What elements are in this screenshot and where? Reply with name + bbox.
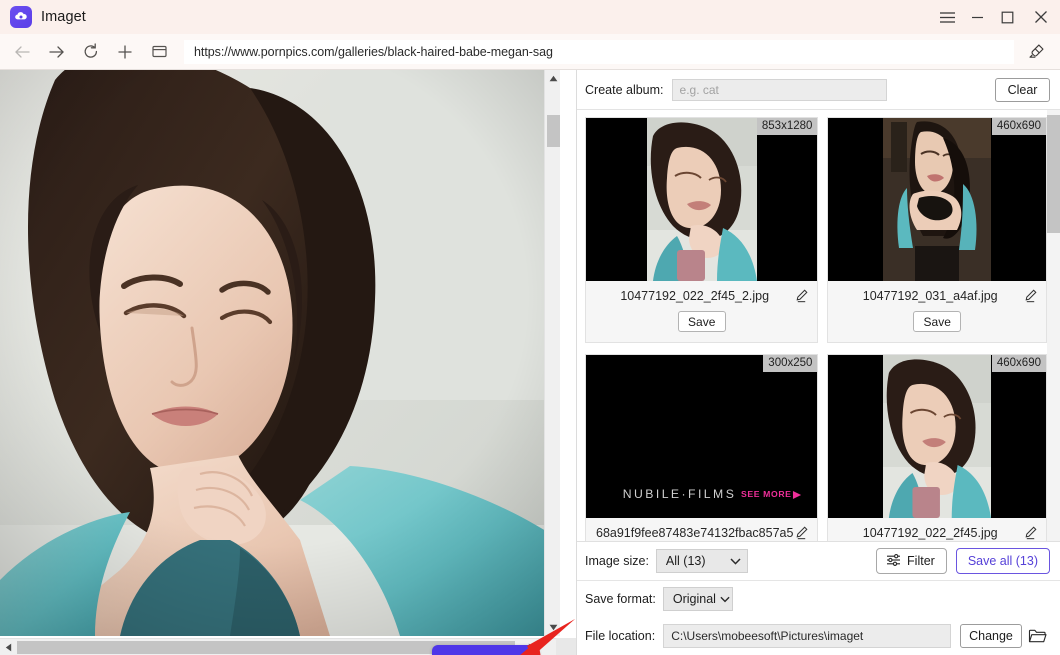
image-card[interactable]: 853x1280 10477192_022_2f45_2.jpg Save	[585, 117, 819, 343]
chevron-down-icon	[716, 557, 741, 565]
minimize-icon[interactable]	[962, 0, 992, 34]
auto-scroll-button[interactable]: Auto Scroll	[432, 645, 539, 655]
gallery-photo	[0, 70, 560, 636]
results-vertical-scrollbar[interactable]	[1047, 110, 1060, 541]
imaget-app-window: Imaget https://www.pornpics.com/gallerie…	[0, 0, 1060, 655]
image-thumbnail[interactable]: NUBILE·FILMS SEE MORE 300x250	[586, 355, 818, 518]
image-name-row: 10477192_022_2f45.jpg	[828, 518, 1046, 541]
close-icon[interactable]	[1022, 0, 1060, 34]
results-panel: Create album: e.g. cat Clear 853x1280 10…	[576, 70, 1060, 655]
image-name-row: 10477192_031_a4af.jpg	[828, 281, 1046, 311]
plus-icon[interactable]	[108, 37, 142, 67]
image-card[interactable]: 460x690 10477192_031_a4af.jpg Save	[827, 117, 1047, 343]
image-filename: 68a91f9fee87483e74132fbac857a5	[596, 526, 794, 540]
back-arrow-icon[interactable]	[6, 37, 40, 67]
window-controls	[932, 0, 1060, 34]
results-scroll-thumb[interactable]	[1047, 115, 1060, 233]
hamburger-menu-icon[interactable]	[932, 0, 962, 34]
chevron-down-icon	[716, 596, 730, 603]
eraser-icon[interactable]	[1020, 37, 1052, 67]
save-all-button[interactable]: Save all (13)	[955, 548, 1050, 574]
pencil-edit-icon[interactable]	[1022, 289, 1038, 303]
filter-label: Filter	[907, 554, 935, 568]
ad-watermark: NUBILE·FILMS	[623, 487, 737, 501]
image-filename: 10477192_031_a4af.jpg	[862, 289, 998, 303]
thumbnail-image	[883, 355, 992, 518]
save-label: Save	[923, 314, 951, 329]
image-size-value: All (13)	[665, 554, 706, 568]
save-format-label: Save format:	[585, 592, 656, 606]
scroll-up-arrow-icon[interactable]	[545, 70, 561, 87]
pencil-edit-icon[interactable]	[793, 289, 809, 303]
image-size-row: Image size: All (13) Filter Save all (13…	[577, 541, 1060, 581]
image-name-row: 10477192_022_2f45_2.jpg	[586, 281, 817, 311]
app-title: Imaget	[41, 9, 86, 25]
image-size-select[interactable]: All (13)	[655, 549, 748, 573]
folder-open-icon[interactable]	[1022, 623, 1052, 649]
webview-vertical-scrollbar[interactable]	[544, 70, 560, 636]
webview-panel: Auto Scroll	[0, 70, 576, 655]
create-album-row: Create album: e.g. cat Clear	[577, 70, 1060, 110]
image-name-row: 68a91f9fee87483e74132fbac857a5	[586, 518, 817, 541]
image-thumbnail[interactable]: 460x690	[828, 118, 1046, 281]
image-dimensions-badge: 460x690	[991, 355, 1046, 372]
save-button[interactable]: Save	[677, 311, 726, 332]
image-filename: 10477192_022_2f45.jpg	[862, 526, 998, 540]
window-tabs-icon[interactable]	[142, 37, 176, 67]
scroll-down-arrow-icon[interactable]	[545, 619, 561, 636]
file-location-label: File location:	[585, 629, 656, 643]
save-format-select[interactable]: Original	[662, 587, 733, 611]
thumbnail-grid-area: 853x1280 10477192_022_2f45_2.jpg Save 46…	[577, 110, 1060, 541]
webview-content[interactable]	[0, 70, 560, 636]
filter-button[interactable]: Filter	[876, 548, 947, 574]
save-format-row: Save format: Original	[577, 581, 1060, 617]
main-split: Auto Scroll Create album: e.g. cat Clear	[0, 70, 1060, 655]
image-save-row: Save	[586, 311, 817, 342]
create-album-placeholder: e.g. cat	[679, 82, 719, 97]
image-dimensions-badge: 460x690	[991, 118, 1046, 135]
image-card[interactable]: 460x690 10477192_022_2f45.jpg Save	[827, 354, 1047, 541]
pencil-edit-icon[interactable]	[793, 526, 809, 540]
image-save-row: Save	[828, 311, 1046, 342]
clear-button[interactable]: Clear	[995, 77, 1050, 102]
app-logo-icon	[10, 6, 32, 28]
clear-label: Clear	[1007, 82, 1038, 97]
webview-vertical-scroll-thumb[interactable]	[547, 115, 560, 147]
browser-toolbar: https://www.pornpics.com/galleries/black…	[0, 34, 1060, 70]
file-location-value: C:\Users\mobeesoft\Pictures\imaget	[671, 629, 864, 643]
scroll-left-arrow-icon[interactable]	[0, 639, 17, 655]
thumbnail-image	[883, 118, 992, 281]
image-dimensions-badge: 300x250	[763, 355, 818, 372]
image-card[interactable]: NUBILE·FILMS SEE MORE 300x250 68a91f9fee…	[585, 354, 819, 541]
image-thumbnail[interactable]: 460x690	[828, 355, 1046, 518]
scrollbar-corner	[556, 638, 576, 655]
pencil-edit-icon[interactable]	[1022, 526, 1038, 540]
url-text: https://www.pornpics.com/galleries/black…	[194, 44, 553, 59]
file-location-input[interactable]: C:\Users\mobeesoft\Pictures\imaget	[663, 624, 951, 648]
save-all-label: Save all (13)	[967, 554, 1038, 568]
create-album-input[interactable]: e.g. cat	[671, 78, 887, 101]
image-dimensions-badge: 853x1280	[756, 118, 818, 135]
thumbnail-grid: 853x1280 10477192_022_2f45_2.jpg Save 46…	[585, 117, 1047, 541]
create-album-label: Create album:	[585, 82, 664, 97]
thumbnail-image	[646, 118, 757, 281]
ad-cta: SEE MORE	[741, 489, 792, 499]
change-location-button[interactable]: Change	[960, 624, 1022, 648]
change-label: Change	[969, 629, 1013, 643]
forward-arrow-icon[interactable]	[40, 37, 74, 67]
save-button[interactable]: Save	[913, 311, 962, 332]
maximize-icon[interactable]	[992, 0, 1022, 34]
url-input[interactable]: https://www.pornpics.com/galleries/black…	[184, 39, 1014, 64]
save-label: Save	[688, 314, 716, 329]
file-location-row: File location: C:\Users\mobeesoft\Pictur…	[577, 617, 1060, 655]
image-size-label: Image size:	[585, 554, 649, 568]
thumbnail-image: NUBILE·FILMS SEE MORE	[586, 355, 818, 518]
filter-sliders-icon	[886, 553, 901, 570]
image-thumbnail[interactable]: 853x1280	[586, 118, 818, 281]
save-format-value: Original	[672, 592, 716, 606]
bottom-controls: Image size: All (13) Filter Save all (13…	[577, 541, 1060, 655]
reload-icon[interactable]	[74, 37, 108, 67]
title-bar: Imaget	[0, 0, 1060, 34]
image-filename: 10477192_022_2f45_2.jpg	[620, 289, 770, 303]
